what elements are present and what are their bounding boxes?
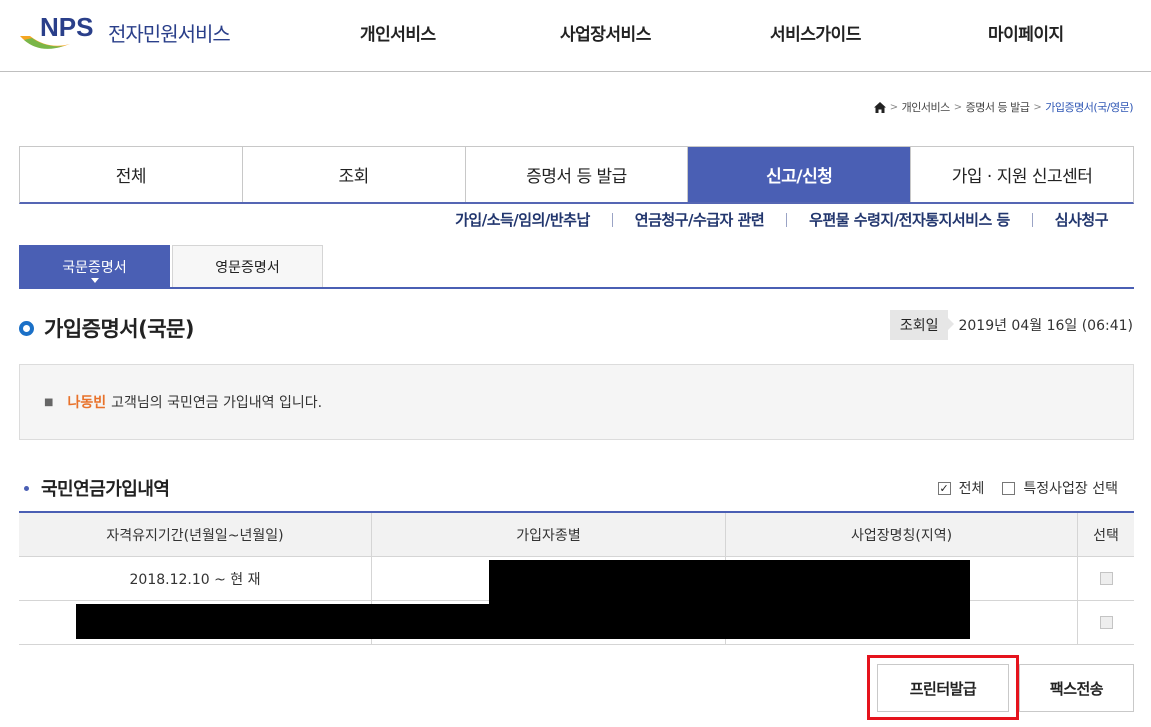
- chevron-right-icon: >: [1033, 101, 1042, 113]
- check-specific-checkbox[interactable]: [1002, 481, 1016, 495]
- table-header-row: 자격유지기간(년월일~년월일) 가입자종별 사업장명칭(지역) 선택: [19, 513, 1134, 557]
- breadcrumb: > 개인서비스 > 증명서 등 발급 > 가입증명서(국/영문): [873, 99, 1133, 115]
- tab-inquiry[interactable]: 조회: [243, 147, 466, 202]
- fax-send-button[interactable]: 팩스전송: [1019, 664, 1134, 712]
- column-header-period: 자격유지기간(년월일~년월일): [19, 513, 372, 556]
- submenu-join-income[interactable]: 가입/소득/임의/반추납: [433, 213, 613, 228]
- submenu-mail-address[interactable]: 우편물 수령지/전자통지서비스 등: [787, 213, 1033, 228]
- tab-korean-certificate-label: 국문증명서: [62, 259, 127, 276]
- tab-korean-certificate[interactable]: 국문증명서: [19, 245, 170, 287]
- tab-english-certificate-label: 영문증명서: [215, 259, 280, 276]
- main-tabs: 전체 조회 증명서 등 발급 신고/신청 가입 · 지원 신고센터: [19, 146, 1134, 204]
- info-message-box: ■ 나동빈 고객님의 국민연금 가입내역 입니다.: [19, 364, 1134, 440]
- logo-mark-text: NPS: [40, 12, 93, 42]
- check-all-checkbox[interactable]: ✓: [937, 481, 951, 495]
- page-title: 가입증명서(국문): [44, 317, 194, 341]
- logo-text: 전자민원서비스: [108, 22, 231, 46]
- nav-personal[interactable]: 개인서비스: [360, 20, 436, 45]
- breadcrumb-current: 가입증명서(국/영문): [1045, 101, 1133, 114]
- home-icon[interactable]: [873, 101, 886, 113]
- chevron-right-icon: >: [953, 101, 962, 113]
- sub-menu: 가입/소득/임의/반추납 연금청구/수급자 관련 우편물 수령지/전자통지서비스…: [433, 213, 1109, 228]
- submenu-review-claim[interactable]: 심사청구: [1033, 213, 1109, 228]
- section-title-row: 국민연금가입내역: [24, 475, 170, 501]
- redaction-block: [76, 604, 490, 639]
- chevron-right-icon: >: [889, 101, 898, 113]
- tab-report-apply[interactable]: 신고/신청: [688, 147, 912, 202]
- cell-period: 2018.12.10 ~ 현 재: [19, 557, 372, 600]
- nps-logo-mark: NPS: [20, 12, 93, 49]
- tab-all[interactable]: 전체: [20, 147, 243, 202]
- column-header-workplace: 사업장명칭(지역): [726, 513, 1078, 556]
- submenu-pension-claim[interactable]: 연금청구/수급자 관련: [613, 213, 788, 228]
- highlight-box: [867, 655, 1019, 720]
- tab-english-certificate[interactable]: 영문증명서: [172, 245, 323, 287]
- check-specific-label[interactable]: 특정사업장 선택: [1023, 478, 1118, 498]
- breadcrumb-item[interactable]: 증명서 등 발급: [966, 99, 1030, 115]
- title-bullet-icon: [19, 320, 34, 336]
- caret-down-icon: [90, 278, 99, 283]
- inquiry-date-label: 조회일: [889, 310, 955, 340]
- filter-checkboxes: ✓ 전체 특정사업장 선택: [937, 478, 1118, 498]
- certificate-language-tabs: 국문증명서 영문증명서: [19, 245, 1134, 289]
- redaction-block: [489, 560, 970, 639]
- inquiry-date: 조회일 2019년 04월 16일 (06:41): [889, 310, 1133, 340]
- page-title-row: 가입증명서(국문): [19, 313, 194, 343]
- section-title: 국민연금가입내역: [41, 479, 170, 500]
- nav-mypage[interactable]: 마이페이지: [988, 20, 1064, 45]
- nps-logo[interactable]: NPS 전자민원서비스: [18, 10, 248, 58]
- site-header: NPS 전자민원서비스 개인서비스 사업장서비스 서비스가이드 마이페이지: [0, 0, 1151, 72]
- tab-certificate[interactable]: 증명서 등 발급: [466, 147, 689, 202]
- section-bullet-icon: [24, 485, 29, 491]
- cell-select: [1078, 557, 1134, 600]
- column-header-select: 선택: [1093, 527, 1119, 544]
- tab-support-center[interactable]: 가입 · 지원 신고센터: [911, 147, 1133, 202]
- nav-guide[interactable]: 서비스가이드: [770, 20, 861, 45]
- breadcrumb-item[interactable]: 개인서비스: [902, 99, 951, 115]
- column-header-type: 가입자종별: [372, 513, 726, 556]
- nav-workplace[interactable]: 사업장서비스: [560, 20, 651, 45]
- inquiry-date-value: 2019년 04월 16일 (06:41): [958, 318, 1133, 334]
- info-message: 고객님의 국민연금 가입내역 입니다.: [111, 395, 323, 411]
- cell-select: [1078, 601, 1134, 644]
- bullet-icon: ■: [44, 396, 54, 408]
- customer-name: 나동빈: [67, 395, 107, 411]
- row-select-checkbox[interactable]: [1099, 616, 1113, 629]
- check-all-label[interactable]: 전체: [959, 478, 985, 498]
- row-select-checkbox[interactable]: [1099, 572, 1113, 585]
